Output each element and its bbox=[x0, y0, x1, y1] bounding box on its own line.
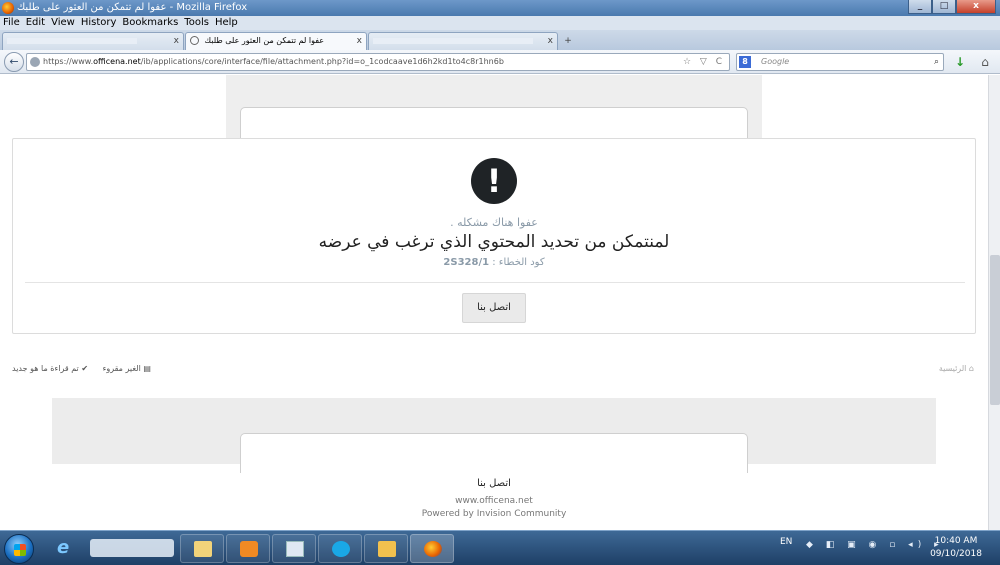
tab-2[interactable]: عفوا لم تتمكن من العثور على طلبك x bbox=[185, 32, 367, 50]
windows-taskbar: e EN ◆ ◧ ▣ ◉ ▫ ◂) ▸ 10:40 AM 09/10/2018 bbox=[0, 530, 1000, 565]
url-actions-icons[interactable]: ☆ ▽ C bbox=[683, 54, 725, 70]
url-prefix: https://www. bbox=[43, 57, 94, 66]
clock[interactable]: 10:40 AM 09/10/2018 bbox=[930, 535, 982, 561]
error-code-label: كود الخطاء : bbox=[492, 257, 545, 268]
url-domain: officena.net bbox=[93, 57, 141, 66]
url-path: /ib/applications/core/interface/file/att… bbox=[140, 57, 504, 66]
tab-close-icon[interactable]: x bbox=[357, 33, 362, 49]
folder-icon bbox=[194, 541, 212, 557]
taskbar-ie[interactable]: e bbox=[44, 534, 88, 563]
tab-close-icon[interactable]: x bbox=[174, 33, 179, 49]
exclamation-icon: ! bbox=[471, 158, 517, 204]
taskbar-skype[interactable] bbox=[318, 534, 362, 563]
window-titlebar: عفوا لم تتمكن من العثور على طلبك - Mozil… bbox=[0, 0, 1000, 16]
system-tray-icons[interactable]: ◆ ◧ ▣ ◉ ▫ ◂) ▸ bbox=[806, 540, 944, 550]
contact-us-button[interactable]: اتصل بنا bbox=[462, 293, 526, 323]
error-code-value: 2S328/1 bbox=[443, 257, 490, 268]
menu-tools[interactable]: Tools bbox=[181, 16, 212, 30]
scrollbar-thumb[interactable] bbox=[990, 255, 1000, 405]
vertical-scrollbar[interactable] bbox=[988, 75, 1000, 530]
window-icon bbox=[286, 541, 304, 557]
footer-powered-by[interactable]: Powered by Invision Community bbox=[0, 509, 988, 519]
download-icon[interactable]: ↓ bbox=[953, 55, 967, 69]
new-tab-button[interactable]: + bbox=[562, 34, 574, 48]
globe-icon bbox=[190, 36, 199, 45]
start-button[interactable] bbox=[4, 534, 34, 564]
site-identity-icon[interactable] bbox=[30, 57, 40, 67]
footer-nav-actions: ✔ تم قراءة ما هو جديد ▤ الغير مقروء bbox=[12, 364, 163, 373]
menu-bar: File Edit View History Bookmarks Tools Help bbox=[0, 16, 1000, 30]
maximize-button[interactable]: □ bbox=[932, 0, 956, 14]
url-bar[interactable]: https://www.officena.net/ib/applications… bbox=[26, 53, 730, 71]
tab-1[interactable]: x bbox=[2, 32, 184, 50]
menu-bookmarks[interactable]: Bookmarks bbox=[119, 16, 181, 30]
redacted-tab-title bbox=[7, 37, 137, 44]
internet-explorer-icon: e bbox=[57, 537, 70, 558]
mail-icon bbox=[378, 541, 396, 557]
skype-icon bbox=[332, 541, 350, 557]
clock-date: 09/10/2018 bbox=[930, 549, 982, 559]
tab-close-icon[interactable]: x bbox=[548, 33, 553, 49]
divider bbox=[25, 282, 965, 283]
menu-history[interactable]: History bbox=[78, 16, 120, 30]
language-indicator[interactable]: EN bbox=[780, 537, 792, 547]
mark-read-link[interactable]: ✔ تم قراءة ما هو جديد bbox=[12, 364, 88, 373]
close-button[interactable]: x bbox=[956, 0, 996, 14]
redacted-tab-title bbox=[373, 37, 533, 44]
search-icon[interactable]: ⌕ bbox=[934, 54, 939, 70]
redacted-taskbar-item bbox=[90, 539, 174, 557]
taskbar-media-player[interactable] bbox=[226, 534, 270, 563]
media-player-icon bbox=[240, 541, 258, 557]
error-subtitle: عفوا هناك مشكله . bbox=[450, 216, 538, 229]
footer-contact-link[interactable]: اتصل بنا bbox=[0, 478, 988, 489]
tab-2-label: عفوا لم تتمكن من العثور على طلبك bbox=[204, 36, 325, 45]
menu-edit[interactable]: Edit bbox=[23, 16, 48, 30]
unread-link[interactable]: ▤ الغير مقروء bbox=[103, 364, 151, 373]
home-icon[interactable]: ⌂ bbox=[978, 55, 992, 69]
taskbar-explorer[interactable] bbox=[180, 534, 224, 563]
navigation-bar: ← https://www.officena.net/ib/applicatio… bbox=[0, 50, 1000, 74]
search-engine-icon[interactable]: 8 bbox=[739, 56, 751, 68]
taskbar-outlook[interactable] bbox=[364, 534, 408, 563]
clock-time: 10:40 AM bbox=[934, 536, 978, 546]
error-message: لمنتمكن من تحديد المحتوي الذي ترغب في عر… bbox=[318, 232, 670, 252]
background-card bbox=[240, 433, 748, 473]
search-bar[interactable]: 8 Google ⌕ bbox=[736, 53, 944, 71]
minimize-button[interactable]: _ bbox=[908, 0, 932, 14]
footer-site: www.officena.net bbox=[455, 496, 533, 506]
tab-3[interactable]: x bbox=[368, 32, 558, 50]
windows-logo-icon bbox=[14, 544, 26, 556]
breadcrumb-home[interactable]: ⌂ الرئيسية bbox=[939, 364, 974, 373]
back-button[interactable]: ← bbox=[4, 52, 24, 72]
firefox-icon bbox=[424, 541, 442, 557]
taskbar-firefox[interactable] bbox=[410, 534, 454, 563]
tab-bar: x عفوا لم تتمكن من العثور على طلبك x x + bbox=[0, 30, 1000, 50]
page-content: ! عفوا هناك مشكله . لمنتمكن من تحديد الم… bbox=[0, 75, 988, 530]
taskbar-window[interactable] bbox=[272, 534, 316, 563]
error-code: كود الخطاء : 2S328/1 bbox=[13, 257, 975, 268]
error-card: ! عفوا هناك مشكله . لمنتمكن من تحديد الم… bbox=[12, 138, 976, 334]
menu-help[interactable]: Help bbox=[212, 16, 241, 30]
menu-view[interactable]: View bbox=[48, 16, 78, 30]
search-placeholder: Google bbox=[761, 57, 790, 66]
window-title: عفوا لم تتمكن من العثور على طلبك - Mozil… bbox=[17, 2, 248, 13]
firefox-logo-icon bbox=[2, 2, 14, 14]
window-controls: _ □ x bbox=[908, 0, 996, 16]
menu-file[interactable]: File bbox=[0, 16, 23, 30]
url-text: https://www.officena.net/ib/applications… bbox=[43, 54, 504, 70]
